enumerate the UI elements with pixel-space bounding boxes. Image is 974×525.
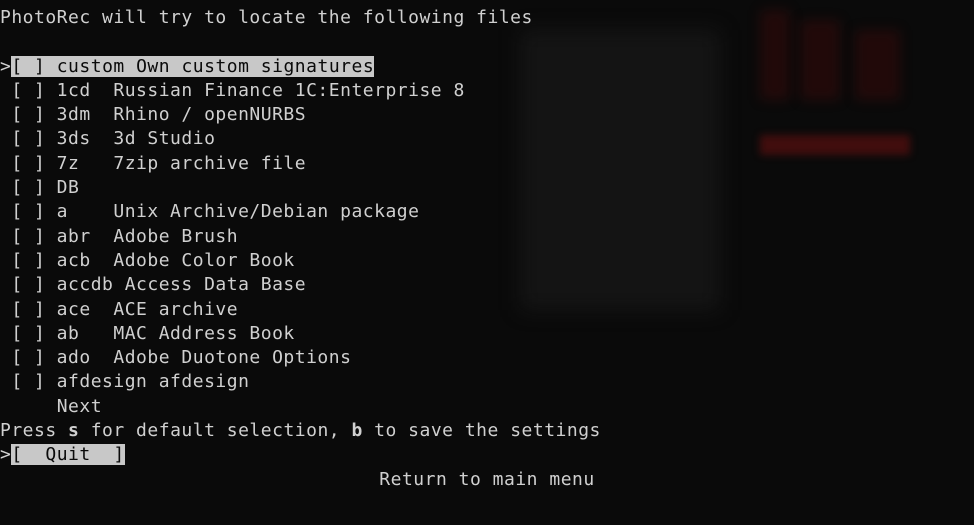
- help-key-s: s: [68, 420, 79, 441]
- file-type-row[interactable]: [ ] accdb Access Data Base: [0, 273, 974, 297]
- desc-label: Own custom signatures: [136, 56, 374, 77]
- file-type-row[interactable]: [ ] acb Adobe Color Book: [0, 249, 974, 273]
- help-text: Press s for default selection, b to save…: [0, 419, 974, 443]
- file-type-row-selected[interactable]: >[ ] custom Own custom signatures: [0, 55, 974, 79]
- file-type-row[interactable]: [ ] ado Adobe Duotone Options: [0, 346, 974, 370]
- file-type-row[interactable]: [ ] ab MAC Address Book: [0, 322, 974, 346]
- help-key-b: b: [351, 420, 362, 441]
- file-type-row[interactable]: [ ] 7z 7zip archive file: [0, 152, 974, 176]
- header-text: PhotoRec will try to locate the followin…: [0, 6, 974, 30]
- ext-label: custom: [57, 56, 125, 77]
- file-type-row[interactable]: [ ] DB: [0, 176, 974, 200]
- file-type-row[interactable]: [ ] afdesign afdesign: [0, 370, 974, 394]
- footer-text: Return to main menu: [0, 468, 974, 492]
- spacer: [0, 30, 974, 54]
- file-type-row[interactable]: [ ] ace ACE archive: [0, 298, 974, 322]
- file-type-row[interactable]: [ ] 3ds 3d Studio: [0, 127, 974, 151]
- quit-row[interactable]: >[ Quit ]: [0, 443, 974, 467]
- cursor-indicator: >: [0, 444, 11, 465]
- file-type-row[interactable]: [ ] 3dm Rhino / openNURBS: [0, 103, 974, 127]
- file-type-row[interactable]: [ ] a Unix Archive/Debian package: [0, 200, 974, 224]
- file-type-row[interactable]: [ ] abr Adobe Brush: [0, 225, 974, 249]
- next-row[interactable]: Next: [0, 395, 974, 419]
- cursor-indicator: >: [0, 56, 11, 77]
- quit-label: Quit: [45, 444, 90, 465]
- next-label: Next: [57, 396, 102, 417]
- file-type-row[interactable]: [ ] 1cd Russian Finance 1C:Enterprise 8: [0, 79, 974, 103]
